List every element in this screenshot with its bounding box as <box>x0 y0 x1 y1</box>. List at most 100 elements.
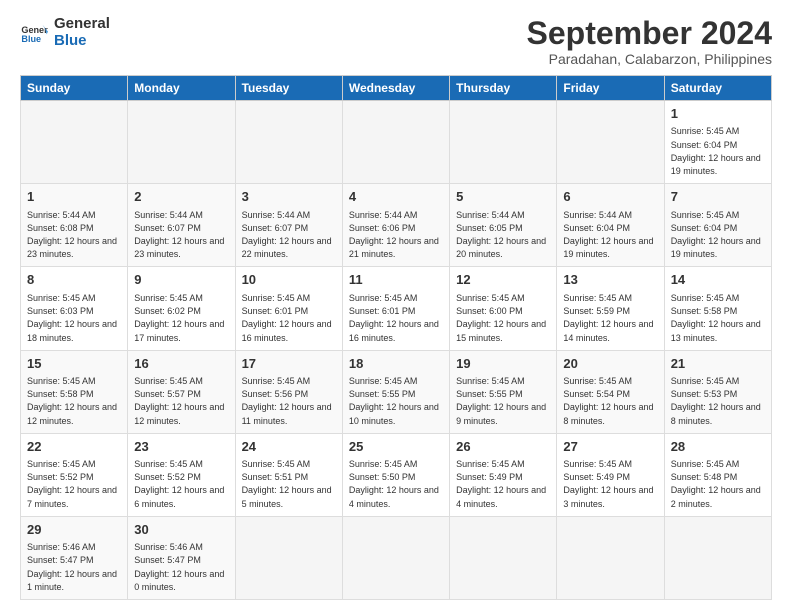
day-number: 9 <box>134 271 228 289</box>
calendar-cell: 25 Sunrise: 5:45 AMSunset: 5:50 PMDaylig… <box>342 433 449 516</box>
calendar-cell: 30 Sunrise: 5:46 AMSunset: 5:47 PMDaylig… <box>128 516 235 599</box>
day-number: 22 <box>27 438 121 456</box>
location: Paradahan, Calabarzon, Philippines <box>527 51 772 67</box>
day-info: Sunrise: 5:45 AMSunset: 5:49 PMDaylight:… <box>456 459 546 509</box>
calendar-week-2: 8 Sunrise: 5:45 AMSunset: 6:03 PMDayligh… <box>21 267 772 350</box>
day-number: 1 <box>27 188 121 206</box>
day-info: Sunrise: 5:45 AMSunset: 5:48 PMDaylight:… <box>671 459 761 509</box>
calendar-cell: 20 Sunrise: 5:45 AMSunset: 5:54 PMDaylig… <box>557 350 664 433</box>
day-info: Sunrise: 5:45 AMSunset: 5:52 PMDaylight:… <box>27 459 117 509</box>
day-info: Sunrise: 5:44 AMSunset: 6:06 PMDaylight:… <box>349 210 439 260</box>
calendar-cell: 28 Sunrise: 5:45 AMSunset: 5:48 PMDaylig… <box>664 433 771 516</box>
day-info: Sunrise: 5:45 AMSunset: 6:00 PMDaylight:… <box>456 293 546 343</box>
calendar-cell: 3 Sunrise: 5:44 AMSunset: 6:07 PMDayligh… <box>235 184 342 267</box>
day-info: Sunrise: 5:45 AMSunset: 5:58 PMDaylight:… <box>27 376 117 426</box>
day-info: Sunrise: 5:44 AMSunset: 6:08 PMDaylight:… <box>27 210 117 260</box>
calendar-cell: 22 Sunrise: 5:45 AMSunset: 5:52 PMDaylig… <box>21 433 128 516</box>
col-saturday: Saturday <box>664 76 771 101</box>
day-number: 27 <box>563 438 657 456</box>
calendar-cell <box>342 516 449 599</box>
day-number: 11 <box>349 271 443 289</box>
calendar-cell: 26 Sunrise: 5:45 AMSunset: 5:49 PMDaylig… <box>450 433 557 516</box>
day-number: 23 <box>134 438 228 456</box>
logo: General Blue General Blue <box>20 16 110 49</box>
header-row: Sunday Monday Tuesday Wednesday Thursday… <box>21 76 772 101</box>
day-info: Sunrise: 5:45 AMSunset: 6:01 PMDaylight:… <box>349 293 439 343</box>
day-info: Sunrise: 5:45 AMSunset: 5:51 PMDaylight:… <box>242 459 332 509</box>
calendar-week-5: 29 Sunrise: 5:46 AMSunset: 5:47 PMDaylig… <box>21 516 772 599</box>
day-number: 5 <box>456 188 550 206</box>
logo-icon: General Blue <box>20 19 48 47</box>
day-info: Sunrise: 5:45 AMSunset: 6:04 PMDaylight:… <box>671 210 761 260</box>
page-header: General Blue General Blue September 2024… <box>20 16 772 67</box>
day-number: 10 <box>242 271 336 289</box>
day-info: Sunrise: 5:46 AMSunset: 5:47 PMDaylight:… <box>134 542 224 592</box>
logo-line2: Blue <box>54 33 110 50</box>
day-info: Sunrise: 5:44 AMSunset: 6:04 PMDaylight:… <box>563 210 653 260</box>
day-info: Sunrise: 5:45 AMSunset: 5:57 PMDaylight:… <box>134 376 224 426</box>
calendar-cell <box>342 101 449 184</box>
col-tuesday: Tuesday <box>235 76 342 101</box>
day-number: 16 <box>134 355 228 373</box>
day-info: Sunrise: 5:45 AMSunset: 5:55 PMDaylight:… <box>456 376 546 426</box>
day-info: Sunrise: 5:44 AMSunset: 6:07 PMDaylight:… <box>242 210 332 260</box>
calendar-cell: 11 Sunrise: 5:45 AMSunset: 6:01 PMDaylig… <box>342 267 449 350</box>
calendar-cell: 13 Sunrise: 5:45 AMSunset: 5:59 PMDaylig… <box>557 267 664 350</box>
day-number: 14 <box>671 271 765 289</box>
calendar-cell: 24 Sunrise: 5:45 AMSunset: 5:51 PMDaylig… <box>235 433 342 516</box>
calendar-cell: 4 Sunrise: 5:44 AMSunset: 6:06 PMDayligh… <box>342 184 449 267</box>
calendar-cell: 8 Sunrise: 5:45 AMSunset: 6:03 PMDayligh… <box>21 267 128 350</box>
calendar-cell: 18 Sunrise: 5:45 AMSunset: 5:55 PMDaylig… <box>342 350 449 433</box>
calendar-cell: 6 Sunrise: 5:44 AMSunset: 6:04 PMDayligh… <box>557 184 664 267</box>
day-number: 25 <box>349 438 443 456</box>
calendar-cell <box>21 101 128 184</box>
day-info: Sunrise: 5:45 AMSunset: 5:49 PMDaylight:… <box>563 459 653 509</box>
calendar-cell: 7 Sunrise: 5:45 AMSunset: 6:04 PMDayligh… <box>664 184 771 267</box>
calendar-cell: 17 Sunrise: 5:45 AMSunset: 5:56 PMDaylig… <box>235 350 342 433</box>
day-number: 20 <box>563 355 657 373</box>
calendar-cell: 2 Sunrise: 5:44 AMSunset: 6:07 PMDayligh… <box>128 184 235 267</box>
calendar-cell: 16 Sunrise: 5:45 AMSunset: 5:57 PMDaylig… <box>128 350 235 433</box>
day-number: 19 <box>456 355 550 373</box>
calendar-cell <box>235 101 342 184</box>
col-monday: Monday <box>128 76 235 101</box>
calendar-cell: 1 Sunrise: 5:44 AMSunset: 6:08 PMDayligh… <box>21 184 128 267</box>
day-info: Sunrise: 5:45 AMSunset: 5:50 PMDaylight:… <box>349 459 439 509</box>
col-friday: Friday <box>557 76 664 101</box>
calendar-week-3: 15 Sunrise: 5:45 AMSunset: 5:58 PMDaylig… <box>21 350 772 433</box>
calendar-cell: 12 Sunrise: 5:45 AMSunset: 6:00 PMDaylig… <box>450 267 557 350</box>
title-block: September 2024 Paradahan, Calabarzon, Ph… <box>527 16 772 67</box>
day-info: Sunrise: 5:45 AMSunset: 6:02 PMDaylight:… <box>134 293 224 343</box>
month-title: September 2024 <box>527 16 772 51</box>
day-number: 21 <box>671 355 765 373</box>
day-info: Sunrise: 5:45 AMSunset: 5:56 PMDaylight:… <box>242 376 332 426</box>
calendar-cell <box>450 516 557 599</box>
day-number: 2 <box>134 188 228 206</box>
day-info: Sunrise: 5:45 AMSunset: 6:01 PMDaylight:… <box>242 293 332 343</box>
day-number: 17 <box>242 355 336 373</box>
day-info: Sunrise: 5:45 AMSunset: 5:53 PMDaylight:… <box>671 376 761 426</box>
calendar-cell: 19 Sunrise: 5:45 AMSunset: 5:55 PMDaylig… <box>450 350 557 433</box>
calendar-cell <box>235 516 342 599</box>
calendar-cell: 14 Sunrise: 5:45 AMSunset: 5:58 PMDaylig… <box>664 267 771 350</box>
col-sunday: Sunday <box>21 76 128 101</box>
day-number: 12 <box>456 271 550 289</box>
calendar-cell: 10 Sunrise: 5:45 AMSunset: 6:01 PMDaylig… <box>235 267 342 350</box>
day-number: 26 <box>456 438 550 456</box>
day-info: Sunrise: 5:44 AMSunset: 6:05 PMDaylight:… <box>456 210 546 260</box>
calendar-week-0: 1 Sunrise: 5:45 AMSunset: 6:04 PMDayligh… <box>21 101 772 184</box>
calendar-cell: 1 Sunrise: 5:45 AMSunset: 6:04 PMDayligh… <box>664 101 771 184</box>
calendar-cell <box>664 516 771 599</box>
calendar-cell <box>450 101 557 184</box>
calendar-cell: 21 Sunrise: 5:45 AMSunset: 5:53 PMDaylig… <box>664 350 771 433</box>
day-number: 3 <box>242 188 336 206</box>
calendar-page: General Blue General Blue September 2024… <box>0 0 792 612</box>
day-number: 30 <box>134 521 228 539</box>
day-number: 13 <box>563 271 657 289</box>
calendar-cell <box>557 101 664 184</box>
day-number: 15 <box>27 355 121 373</box>
day-number: 4 <box>349 188 443 206</box>
day-info: Sunrise: 5:45 AMSunset: 6:04 PMDaylight:… <box>671 126 761 176</box>
day-info: Sunrise: 5:45 AMSunset: 5:59 PMDaylight:… <box>563 293 653 343</box>
day-number: 28 <box>671 438 765 456</box>
